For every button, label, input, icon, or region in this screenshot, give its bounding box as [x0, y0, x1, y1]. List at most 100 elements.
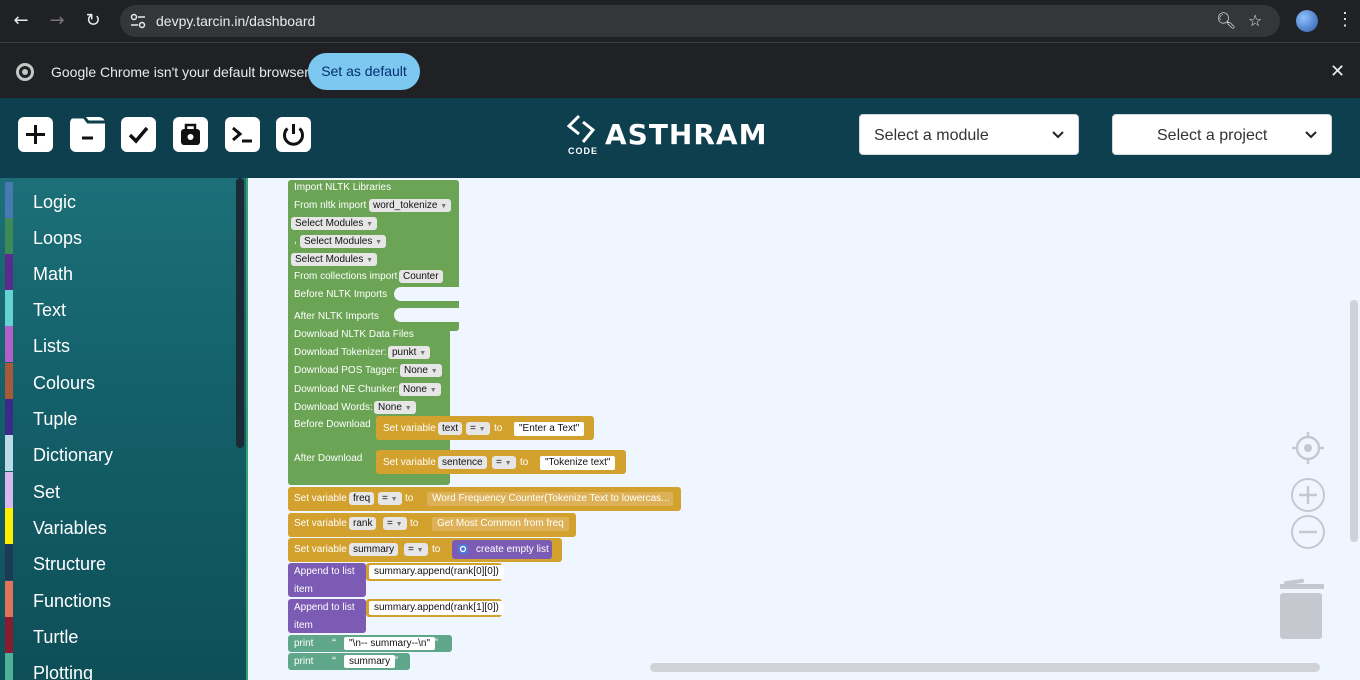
select-modules-dropdown[interactable]: Select Modules ▼ [291, 253, 378, 266]
address-bar[interactable]: devpy.tarcin.in/dashboard 🔍︎ ☆ [120, 5, 1280, 37]
category-plotting[interactable]: Plotting [0, 653, 236, 680]
module-select[interactable]: Select a module [859, 114, 1079, 155]
operator-dropdown[interactable]: = ▼ [466, 422, 490, 435]
back-icon[interactable]: ← [8, 8, 34, 34]
project-select-label: Select a project [1157, 127, 1268, 144]
pos-dropdown[interactable]: None ▼ [400, 364, 442, 377]
category-set[interactable]: Set [0, 472, 236, 508]
words-dropdown[interactable]: None ▼ [374, 401, 416, 414]
open-quote: “ [332, 654, 336, 668]
download-pos-label: Download POS Tagger: [294, 365, 399, 376]
select-modules-dropdown[interactable]: Select Modules ▼ [291, 217, 378, 230]
operator-dropdown[interactable]: = ▼ [492, 456, 516, 469]
power-button[interactable] [276, 117, 311, 152]
from-nltk-label: From nltk import [294, 200, 367, 211]
block-category-sidebar: Logic Loops Math Text Lists Colours Tupl… [0, 178, 246, 680]
default-browser-infobar: Google Chrome isn't your default browser… [0, 42, 1360, 98]
open-quote: “ [332, 636, 336, 650]
select-modules-dropdown[interactable]: Select Modules ▼ [300, 235, 387, 248]
category-swatch [5, 254, 13, 290]
operator-dropdown[interactable]: = ▼ [383, 517, 407, 530]
recenter-icon[interactable] [1290, 430, 1326, 466]
nltk-module-dropdown[interactable]: word_tokenize ▼ [369, 199, 452, 212]
trash-icon[interactable] [1278, 576, 1326, 640]
set-variable-label: Set variable [383, 457, 436, 468]
print-value[interactable]: "\n-- summary--\n" [344, 637, 435, 650]
category-tuple[interactable]: Tuple [0, 399, 236, 435]
operator-dropdown[interactable]: = ▼ [404, 543, 428, 556]
category-label: Tuple [33, 409, 78, 429]
zoom-out-icon[interactable] [1290, 514, 1326, 550]
print-label: print [294, 638, 314, 649]
append-value[interactable]: summary.append(rank[1][0]) [369, 601, 504, 615]
variable-dropdown[interactable]: sentence [438, 456, 487, 469]
operator-dropdown[interactable]: = ▼ [378, 492, 402, 505]
variable-dropdown[interactable]: freq [349, 492, 375, 505]
save-button[interactable] [173, 117, 208, 152]
close-icon[interactable]: ✕ [1330, 61, 1345, 82]
print-value[interactable]: summary [344, 655, 396, 668]
category-variables[interactable]: Variables [0, 508, 236, 544]
block-workspace[interactable]: Import NLTK Libraries From nltk import w… [248, 178, 1360, 680]
browser-toolbar: ← → ↻ devpy.tarcin.in/dashboard 🔍︎ ☆ ⋮ [0, 0, 1360, 42]
ne-dropdown[interactable]: None ▼ [399, 383, 441, 396]
bag-icon [181, 123, 200, 145]
tokenizer-dropdown[interactable]: punkt ▼ [388, 346, 431, 359]
sidebar-scrollbar[interactable] [236, 178, 244, 448]
terminal-icon [232, 126, 252, 143]
new-file-button[interactable] [18, 117, 53, 152]
zoom-icon[interactable]: 🔍︎ [1216, 11, 1236, 30]
to-label: to [405, 493, 414, 504]
sentence-value[interactable]: "Tokenize text" [540, 456, 616, 470]
category-structure[interactable]: Structure [0, 544, 236, 580]
category-label: Logic [33, 192, 77, 212]
category-swatch [5, 581, 13, 617]
category-math[interactable]: Math [0, 254, 236, 290]
set-default-button[interactable]: Set as default [308, 53, 420, 90]
category-logic[interactable]: Logic [0, 182, 236, 218]
category-lists[interactable]: Lists [0, 326, 236, 362]
category-functions[interactable]: Functions [0, 581, 236, 617]
category-swatch [5, 218, 13, 254]
category-label: Functions [33, 591, 112, 611]
variable-dropdown[interactable]: rank [349, 517, 377, 530]
category-dictionary[interactable]: Dictionary [0, 435, 236, 471]
category-swatch [5, 617, 13, 653]
category-colours[interactable]: Colours [0, 363, 236, 399]
append-value[interactable]: summary.append(rank[0][0]) [369, 565, 504, 579]
profile-avatar[interactable] [1296, 10, 1318, 32]
variable-dropdown[interactable]: summary [349, 543, 399, 556]
import-header: Import NLTK Libraries [294, 182, 392, 193]
forward-icon[interactable]: → [44, 8, 70, 34]
project-select[interactable]: Select a project [1112, 114, 1332, 155]
check-button[interactable] [121, 117, 156, 152]
zoom-in-icon[interactable] [1290, 477, 1326, 513]
gear-icon[interactable] [457, 543, 469, 555]
category-turtle[interactable]: Turtle [0, 617, 236, 653]
chrome-icon [16, 63, 34, 81]
url-text[interactable]: devpy.tarcin.in/dashboard [156, 13, 315, 29]
category-swatch [5, 544, 13, 580]
category-text[interactable]: Text [0, 290, 236, 326]
bookmark-star-icon[interactable]: ☆ [1248, 11, 1262, 30]
freq-value[interactable]: Word Frequency Counter(Tokenize Text to … [427, 492, 673, 506]
workspace-vertical-scrollbar[interactable] [1350, 300, 1358, 542]
text-value[interactable]: "Enter a Text" [514, 422, 585, 436]
counter-field[interactable]: Counter [399, 270, 443, 283]
folder-minus-icon [70, 117, 105, 140]
category-swatch [5, 290, 13, 326]
rank-value[interactable]: Get Most Common from freq [432, 517, 569, 531]
more-menu-icon[interactable]: ⋮ [1336, 9, 1354, 30]
category-loops[interactable]: Loops [0, 218, 236, 254]
category-label: Colours [33, 373, 96, 393]
category-swatch [5, 653, 13, 680]
check-icon [128, 126, 149, 144]
remove-file-button[interactable] [70, 117, 105, 152]
category-label: Plotting [33, 663, 94, 680]
plus-icon [26, 125, 45, 144]
terminal-button[interactable] [225, 117, 260, 152]
site-info-icon[interactable] [130, 13, 146, 29]
reload-icon[interactable]: ↻ [80, 8, 106, 34]
workspace-horizontal-scrollbar[interactable] [650, 663, 1320, 672]
variable-dropdown[interactable]: text [438, 422, 463, 435]
